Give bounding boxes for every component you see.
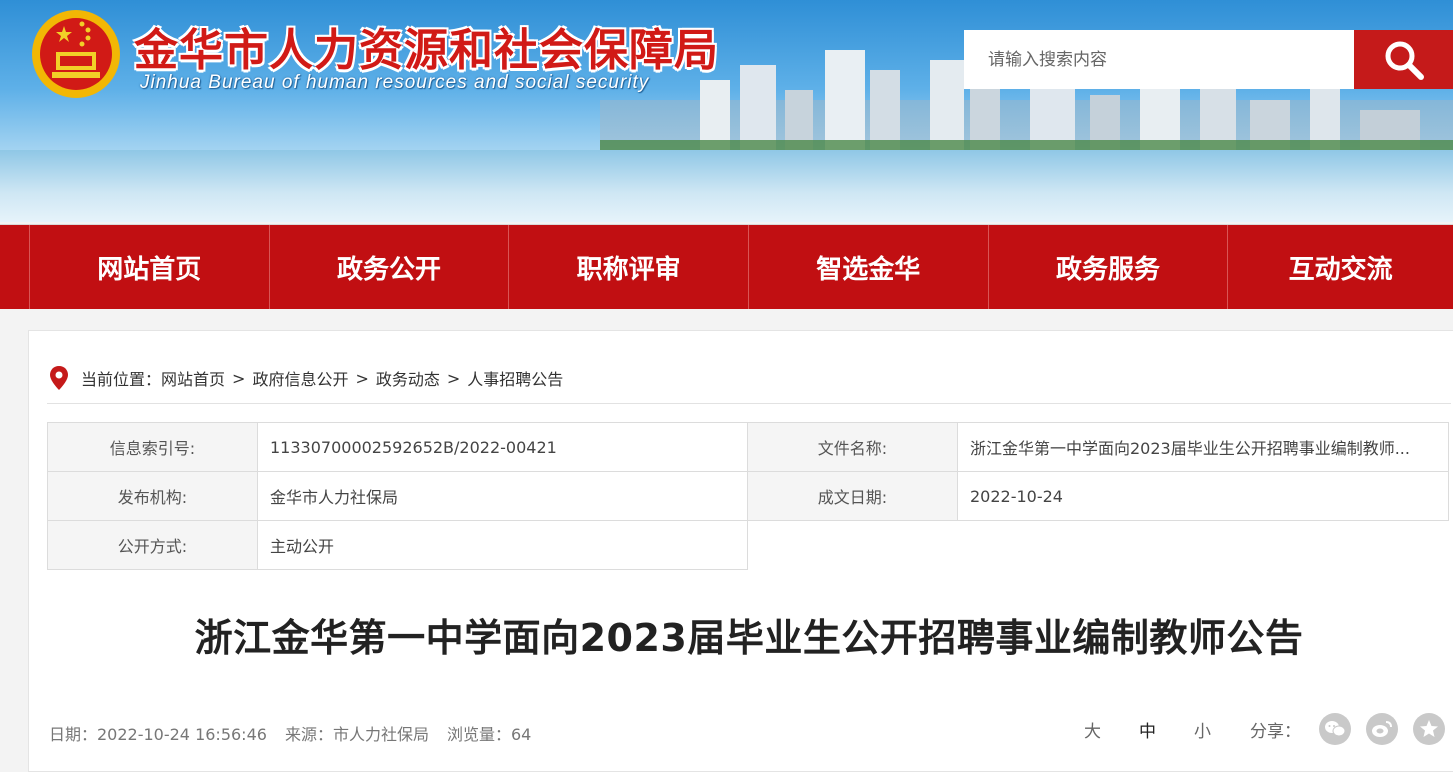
breadcrumb-separator: > <box>446 368 461 388</box>
search-input[interactable] <box>964 30 1354 89</box>
weibo-icon <box>1372 721 1392 737</box>
breadcrumb-link-gov-info[interactable]: 政府信息公开 <box>252 366 348 390</box>
search-bar <box>964 30 1453 89</box>
site-title: 金华市人力资源和社会保障局 <box>134 25 719 76</box>
publisher-label: 发布机构: <box>47 471 258 521</box>
weibo-share-button[interactable] <box>1366 713 1398 745</box>
nav-item-zhixuan-jinhua[interactable]: 智选金华 <box>749 225 989 309</box>
article-title: 浙江金华第一中学面向2023届毕业生公开招聘事业编制教师公告 <box>194 616 1304 660</box>
article-tools: 大 中 小 分享： <box>1065 713 1445 745</box>
share-label: 分享： <box>1250 721 1301 742</box>
font-size-small-button[interactable]: 小 <box>1194 717 1211 742</box>
article-views: 浏览量：64 <box>446 725 532 744</box>
nav-item-home[interactable]: 网站首页 <box>30 225 270 309</box>
qzone-icon <box>1420 720 1438 737</box>
breadcrumb-separator: > <box>355 368 369 388</box>
breadcrumb-separator: > <box>232 368 246 388</box>
nav-item-title-review[interactable]: 职称评审 <box>509 225 749 309</box>
publisher-value: 金华市人力社保局 <box>257 471 748 521</box>
filename-value: 浙江金华第一中学面向2023届毕业生公开招聘事业编制教师... <box>970 439 1410 458</box>
content-panel: 当前位置： 网站首页 > 政府信息公开 > 政务动态 > 人事招聘公告 信息索引… <box>28 330 1453 772</box>
font-size-large-button[interactable]: 大 <box>1084 717 1101 742</box>
empty-cell <box>748 521 958 570</box>
main-nav: 网站首页 政务公开 职称评审 智选金华 政务服务 互动交流 <box>0 224 1453 309</box>
breadcrumb-link-gov-news[interactable]: 政务动态 <box>376 366 440 390</box>
index-value: 11330700002592652B/2022-00421 <box>257 422 748 472</box>
date-value: 2022-10-24 <box>957 471 1449 521</box>
date-label: 成文日期: <box>747 471 958 521</box>
nav-item-gov-services[interactable]: 政务服务 <box>989 225 1229 309</box>
breadcrumb: 当前位置： 网站首页 > 政府信息公开 > 政务动态 > 人事招聘公告 <box>49 365 563 391</box>
article-source: 来源：市人力社保局 <box>284 725 429 744</box>
location-pin-icon <box>50 366 68 390</box>
qzone-share-button[interactable] <box>1413 713 1445 745</box>
search-icon <box>1385 41 1424 80</box>
filename-cell: 浙江金华第一中学面向2023届毕业生公开招聘事业编制教师... <box>957 422 1449 472</box>
search-button[interactable] <box>1354 30 1453 89</box>
river <box>0 150 1453 222</box>
article-date: 日期：2022-10-24 16:56:46 <box>49 725 267 744</box>
index-label: 信息索引号: <box>47 422 258 472</box>
info-table: 信息索引号: 11330700002592652B/2022-00421 文件名… <box>47 422 1449 570</box>
empty-cell <box>958 521 1449 570</box>
table-row: 信息索引号: 11330700002592652B/2022-00421 文件名… <box>47 422 1449 472</box>
nav-item-gov-affairs[interactable]: 政务公开 <box>270 225 510 309</box>
header-banner: 金华市人力资源和社会保障局 Jinhua Bureau of human res… <box>0 0 1453 222</box>
nav-item-interaction[interactable]: 互动交流 <box>1228 225 1453 309</box>
table-row: 公开方式: 主动公开 <box>47 520 1449 570</box>
mode-value: 主动公开 <box>257 520 748 570</box>
wechat-icon <box>1325 721 1346 737</box>
national-emblem-icon <box>32 10 120 98</box>
divider <box>47 403 1451 404</box>
table-row: 发布机构: 金华市人力社保局 成文日期: 2022-10-24 <box>47 471 1449 521</box>
nav-spacer <box>0 225 30 309</box>
mode-label: 公开方式: <box>47 520 258 570</box>
site-subtitle: Jinhua Bureau of human resources and soc… <box>140 72 650 93</box>
breadcrumb-link-home[interactable]: 网站首页 <box>161 366 225 390</box>
font-size-medium-button[interactable]: 中 <box>1139 717 1156 742</box>
breadcrumb-prefix: 当前位置： <box>81 370 162 389</box>
filename-label: 文件名称: <box>747 422 958 472</box>
breadcrumb-link-recruitment[interactable]: 人事招聘公告 <box>467 366 563 390</box>
article-info: 日期：2022-10-24 16:56:46 来源：市人力社保局 浏览量：64 <box>49 721 531 745</box>
wechat-share-button[interactable] <box>1319 713 1351 745</box>
